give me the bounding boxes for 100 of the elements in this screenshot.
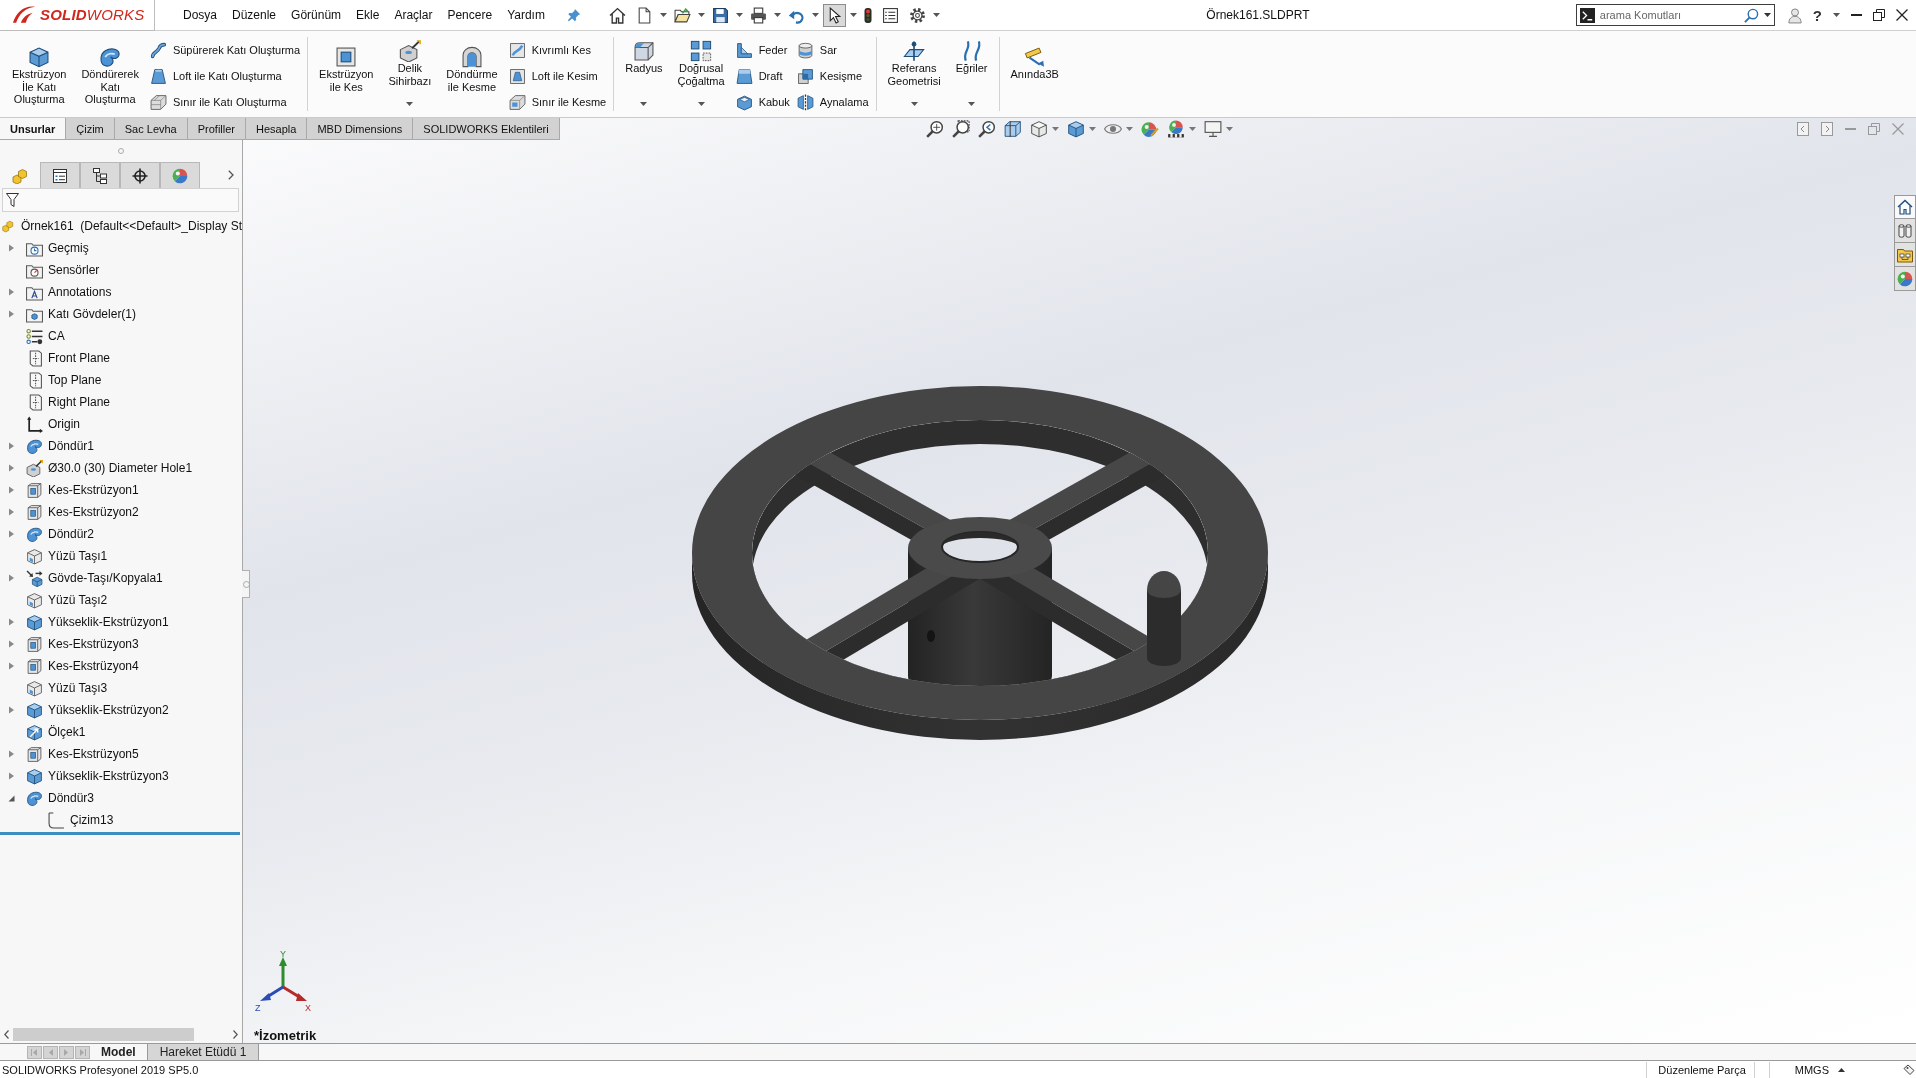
- tree-toggle-icon[interactable]: [8, 706, 15, 714]
- ribbon-button[interactable]: Loft ile Katı Oluşturma: [149, 66, 301, 86]
- command-tab[interactable]: MBD Dimensions: [307, 118, 414, 140]
- panel-tab[interactable]: [40, 162, 80, 188]
- command-tab[interactable]: SOLIDWORKS Eklentileri: [413, 118, 560, 140]
- tree-item[interactable]: Front Plane: [48, 351, 111, 365]
- caret-down-icon[interactable]: [1833, 13, 1840, 17]
- tree-item[interactable]: Kes-Ekstrüzyon2: [48, 505, 139, 519]
- panel-tab[interactable]: [80, 162, 120, 188]
- tree-toggle-icon[interactable]: [8, 662, 15, 670]
- ribbon-button[interactable]: Eğriler: [951, 33, 992, 115]
- caret-down-icon[interactable]: [773, 13, 781, 17]
- ribbon-button[interactable]: Doğrusal Çoğaltma: [673, 33, 729, 115]
- ribbon-button[interactable]: Kabuk: [735, 92, 790, 112]
- tree-item[interactable]: Top Plane: [48, 373, 102, 387]
- caret-down-icon[interactable]: [697, 102, 705, 106]
- ribbon-button[interactable]: Draft: [735, 66, 790, 86]
- ribbon-button[interactable]: Referans Geometrisi: [883, 33, 945, 115]
- search-icon[interactable]: [1743, 7, 1759, 23]
- menu-item[interactable]: Dosya: [183, 8, 217, 22]
- tree-item[interactable]: Ölçek1: [48, 725, 86, 739]
- search-input[interactable]: arama Komutları: [1599, 6, 1739, 24]
- ribbon-button[interactable]: Delik Sihirbazı: [384, 33, 436, 115]
- task-pane-tab[interactable]: [1894, 267, 1916, 291]
- bottom-tab[interactable]: Hareket Etüdü 1: [147, 1044, 260, 1060]
- caret-down-icon[interactable]: [849, 13, 857, 17]
- ribbon-button[interactable]: Anında3B: [1006, 33, 1063, 115]
- tree-toggle-icon[interactable]: [8, 750, 15, 758]
- tile-right-icon[interactable]: [1821, 122, 1833, 136]
- command-tab[interactable]: Profiller: [187, 118, 247, 140]
- tree-item[interactable]: Kes-Ekstrüzyon1: [48, 483, 139, 497]
- tree-item[interactable]: Katı Gövdeler(1): [48, 307, 137, 321]
- tree-item[interactable]: Kes-Ekstrüzyon3: [48, 637, 139, 651]
- command-tab[interactable]: Unsurlar: [0, 118, 67, 140]
- previous-view-icon[interactable]: [977, 120, 996, 138]
- user-icon[interactable]: [1787, 6, 1802, 24]
- ribbon-button[interactable]: Loft ile Kesim: [508, 66, 607, 86]
- tree-item[interactable]: Yükseklik-Ekstrüzyon2: [48, 703, 169, 717]
- ribbon-button[interactable]: Ekstrüzyon ile Kes: [315, 33, 378, 115]
- tree-toggle-icon[interactable]: [8, 618, 15, 626]
- tree-item[interactable]: Gövde-Taşı/Kopyala1: [48, 571, 163, 585]
- tree-toggle-icon[interactable]: [8, 288, 15, 296]
- task-pane-tab[interactable]: [1894, 219, 1916, 243]
- tree-item[interactable]: Yükseklik-Ekstrüzyon1: [48, 615, 169, 629]
- caret-up-icon[interactable]: [1838, 1067, 1845, 1072]
- tree-item[interactable]: Yüzü Taşı2: [48, 593, 108, 607]
- ribbon-button[interactable]: Sar: [796, 40, 869, 60]
- task-pane-tab[interactable]: [1894, 243, 1916, 267]
- panel-tab[interactable]: [120, 162, 160, 188]
- caret-down-icon[interactable]: [640, 102, 648, 106]
- tree-item[interactable]: Kes-Ekstrüzyon5: [48, 747, 139, 761]
- caret-down-icon[interactable]: [932, 13, 940, 17]
- close-icon[interactable]: [1896, 9, 1908, 21]
- ribbon-button[interactable]: Kesişme: [796, 66, 869, 86]
- tree-toggle-icon[interactable]: [8, 486, 15, 494]
- menu-item[interactable]: Araçlar: [394, 8, 433, 22]
- chevron-right-icon[interactable]: [228, 170, 234, 180]
- command-tab[interactable]: Hesapla: [246, 118, 308, 140]
- ribbon-button[interactable]: Feder: [735, 40, 790, 60]
- tile-left-icon[interactable]: [1797, 122, 1809, 136]
- menu-item[interactable]: Yardım: [507, 8, 545, 22]
- monitor-icon[interactable]: [1203, 120, 1222, 138]
- units-selector[interactable]: MMGS: [1794, 1063, 1829, 1076]
- zoom-fit-icon[interactable]: [925, 120, 944, 138]
- ribbon-button[interactable]: Ekstrüzyon İle Katı Oluşturma: [8, 33, 71, 115]
- menu-item[interactable]: Ekle: [356, 8, 380, 22]
- ribbon-button[interactable]: Sınır ile Katı Oluşturma: [149, 92, 301, 112]
- caret-down-icon[interactable]: [697, 13, 705, 17]
- tree-item[interactable]: Sensörler: [48, 263, 100, 277]
- scroll-right-icon[interactable]: [233, 1030, 238, 1039]
- tree-toggle-icon[interactable]: [8, 244, 15, 252]
- ribbon-button[interactable]: Sınır ile Kesme: [508, 92, 607, 112]
- caret-down-icon[interactable]: [910, 102, 918, 106]
- tree-item[interactable]: Geçmiş: [48, 241, 89, 255]
- caret-down-icon[interactable]: [811, 13, 819, 17]
- splitter-grip-icon[interactable]: [118, 148, 124, 154]
- tree-item[interactable]: Örnek161 (Default<<Default>_Display St: [20, 219, 242, 233]
- caret-down-icon[interactable]: [968, 102, 976, 106]
- ribbon-button[interactable]: Döndürme ile Kesme: [442, 33, 502, 115]
- tree-item[interactable]: Ø30.0 (30) Diameter Hole1: [48, 461, 193, 475]
- tree-toggle-icon[interactable]: [8, 464, 15, 472]
- command-tab[interactable]: Çizim: [66, 118, 115, 140]
- caret-down-icon[interactable]: [735, 13, 743, 17]
- command-tab[interactable]: Sac Levha: [114, 118, 188, 140]
- tree-item[interactable]: Origin: [48, 417, 80, 431]
- restore-icon[interactable]: [1873, 9, 1885, 21]
- tree-item[interactable]: Döndür2: [48, 527, 95, 541]
- tree-item[interactable]: CA: [48, 329, 65, 343]
- menu-item[interactable]: Görünüm: [291, 8, 342, 22]
- pin-icon[interactable]: [566, 8, 581, 22]
- tree-item[interactable]: Yüzü Taşı1: [48, 549, 108, 563]
- scroll-left-icon[interactable]: [4, 1030, 9, 1039]
- tree-item[interactable]: Right Plane: [48, 395, 111, 409]
- tag-icon[interactable]: [1903, 1063, 1915, 1076]
- tree-toggle-icon[interactable]: [8, 640, 15, 648]
- menu-item[interactable]: Pencere: [447, 8, 493, 22]
- tree-item[interactable]: Döndür1: [48, 439, 95, 453]
- ribbon-button[interactable]: Süpürerek Katı Oluşturma: [149, 40, 301, 60]
- tree-toggle-icon[interactable]: [8, 508, 15, 516]
- tree-toggle-icon[interactable]: [8, 442, 15, 450]
